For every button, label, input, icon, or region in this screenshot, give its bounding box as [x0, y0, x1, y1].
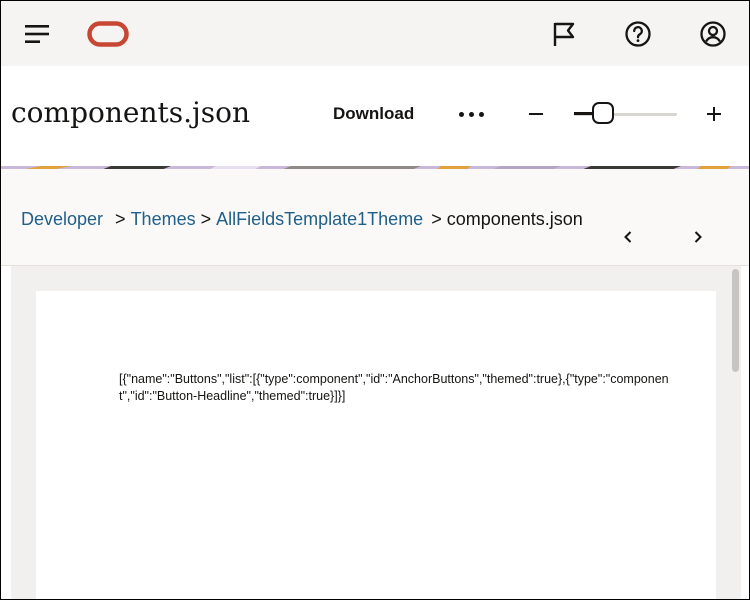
chevron-right-icon[interactable] — [683, 225, 713, 249]
hamburger-menu-icon[interactable] — [21, 19, 55, 49]
breadcrumb-separator: > — [200, 209, 212, 229]
more-dot — [478, 111, 484, 117]
breadcrumb-link-developer[interactable]: Developer — [21, 209, 103, 230]
zoom-out-button[interactable] — [521, 99, 551, 129]
flag-icon[interactable] — [545, 17, 581, 51]
zoom-slider-thumb[interactable] — [592, 102, 614, 124]
vertical-scrollbar[interactable] — [731, 266, 741, 599]
download-button[interactable]: Download — [323, 100, 424, 128]
help-circle-icon[interactable] — [620, 16, 656, 52]
breadcrumb: Developer > Themes > AllFieldsTemplate1T… — [21, 209, 583, 230]
document-page: [{"name":"Buttons","list":[{"type":compo… — [36, 291, 716, 599]
breadcrumb-current: components.json — [446, 209, 583, 229]
decorative-banner — [1, 161, 749, 169]
scrollbar-thumb[interactable] — [732, 269, 739, 372]
plus-icon — [707, 107, 721, 121]
breadcrumb-separator: > — [431, 209, 442, 229]
document-content: [{"name":"Buttons","list":[{"type":compo… — [119, 372, 669, 403]
more-options-icon[interactable] — [451, 99, 491, 129]
page-title: components.json — [11, 96, 250, 129]
breadcrumb-link-theme[interactable]: AllFieldsTemplate1Theme — [216, 209, 423, 230]
app-window: components.json Download Developer > The… — [0, 0, 750, 600]
zoom-slider[interactable] — [574, 102, 677, 126]
zoom-in-button[interactable] — [699, 99, 729, 129]
more-dot — [458, 111, 464, 117]
document-toolbar: components.json Download — [1, 66, 749, 161]
breadcrumb-separator: > — [115, 209, 126, 229]
top-bar — [1, 1, 749, 66]
oracle-logo[interactable] — [87, 21, 129, 47]
minus-icon — [529, 113, 543, 115]
chevron-left-icon[interactable] — [613, 225, 643, 249]
document-viewer: [{"name":"Buttons","list":[{"type":compo… — [11, 266, 741, 599]
user-avatar-icon[interactable] — [695, 16, 731, 52]
breadcrumb-bar: Developer > Themes > AllFieldsTemplate1T… — [1, 169, 749, 266]
breadcrumb-link-themes[interactable]: Themes — [131, 209, 196, 230]
more-dot — [468, 111, 474, 117]
